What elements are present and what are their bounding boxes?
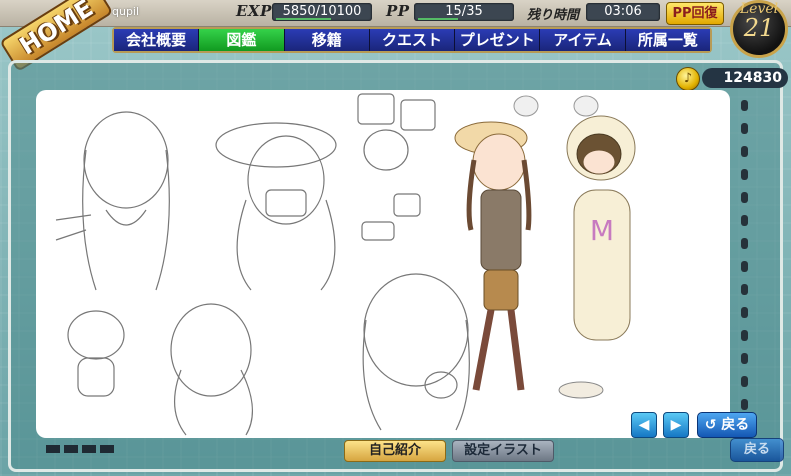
exp-label: EXP bbox=[236, 2, 272, 20]
sketch-chibi-head bbox=[67, 310, 125, 360]
sketch-head-1 bbox=[83, 111, 169, 209]
exp-value: 5850/10100 bbox=[282, 4, 362, 19]
sketch-chibi-body bbox=[77, 357, 115, 397]
back-icon: ↺ bbox=[704, 417, 717, 433]
mascot-letter: M bbox=[590, 214, 614, 247]
nav-affiliation[interactable]: 所属一覧 bbox=[625, 29, 710, 51]
sketch-hair-2 bbox=[236, 199, 336, 291]
sketch-cat-face bbox=[363, 129, 409, 171]
pp-box: 15/35 bbox=[414, 3, 514, 21]
sketch-illustration: M bbox=[55, 93, 636, 436]
tab-setting-illust[interactable]: 設定イラスト bbox=[452, 440, 554, 462]
back-button[interactable]: ↺ 戻る bbox=[697, 412, 757, 438]
status-bar: qupil EXP 5850/10100 PP 15/35 残り時間 03:06… bbox=[0, 0, 791, 27]
pp-label: PP bbox=[386, 2, 410, 20]
nav-transfer[interactable]: 移籍 bbox=[284, 29, 370, 51]
sketch-small-cat bbox=[424, 371, 458, 399]
level-value: 21 bbox=[743, 14, 775, 42]
color-jacket bbox=[480, 189, 522, 271]
sketch-hands-1 bbox=[105, 209, 147, 226]
nav-item[interactable]: アイテム bbox=[540, 29, 626, 51]
next-arrow-icon[interactable]: ▶ bbox=[663, 412, 689, 438]
sketch-head-2 bbox=[247, 135, 325, 225]
nav-present[interactable]: プレゼント bbox=[455, 29, 541, 51]
sketch-hair-1 bbox=[82, 149, 170, 291]
coin-note-icon: ♪ bbox=[676, 67, 700, 91]
time-value: 03:06 bbox=[604, 4, 642, 19]
pp-bar bbox=[418, 18, 458, 20]
sketch-camera-3 bbox=[393, 193, 421, 217]
mascot-face bbox=[582, 149, 616, 175]
mascot-body bbox=[573, 189, 631, 341]
back-label: 戻る bbox=[721, 417, 750, 433]
sketch-tears-1 bbox=[55, 214, 92, 241]
back-button-behind[interactable]: 戻る bbox=[730, 438, 784, 462]
sketch-hat bbox=[215, 122, 337, 168]
exp-box: 5850/10100 bbox=[272, 3, 372, 21]
sketch-bag-1 bbox=[357, 93, 395, 125]
color-legs bbox=[472, 309, 525, 391]
sketch-camera bbox=[265, 189, 307, 217]
pp-recover-button[interactable]: PP回復 bbox=[666, 2, 724, 25]
tab-self-intro[interactable]: 自己紹介 bbox=[344, 440, 446, 462]
username: qupil bbox=[112, 5, 140, 18]
currency-value: 124830 bbox=[702, 68, 788, 88]
heart-bubble-2 bbox=[573, 95, 599, 117]
notebook-binding bbox=[737, 100, 751, 440]
sketch-hair-4 bbox=[173, 369, 254, 436]
pp-value: 15/35 bbox=[445, 4, 483, 19]
color-shorts bbox=[483, 269, 519, 311]
sketch-bag-2 bbox=[400, 99, 436, 131]
heart-bubble-1 bbox=[513, 95, 539, 117]
sketch-head-3 bbox=[363, 273, 469, 387]
main-nav: 会社概要 図鑑 移籍 クエスト プレゼント アイテム 所属一覧 bbox=[112, 27, 712, 53]
prev-arrow-icon[interactable]: ◀ bbox=[631, 412, 657, 438]
nav-quest[interactable]: クエスト bbox=[369, 29, 456, 51]
color-face bbox=[472, 133, 526, 191]
nav-encyclopedia[interactable]: 図鑑 bbox=[199, 29, 285, 51]
sketch-head-4 bbox=[170, 303, 252, 397]
sketch-camera-2 bbox=[361, 221, 395, 241]
nav-company[interactable]: 会社概要 bbox=[114, 29, 200, 51]
time-label: 残り時間 bbox=[527, 8, 580, 23]
exp-bar bbox=[276, 18, 331, 20]
sketch-hair-3 bbox=[362, 319, 470, 431]
tile-row bbox=[46, 438, 136, 453]
time-box: 03:06 bbox=[586, 3, 660, 21]
mascot-shoe bbox=[558, 381, 604, 399]
level-badge: Level 21 bbox=[730, 0, 788, 58]
